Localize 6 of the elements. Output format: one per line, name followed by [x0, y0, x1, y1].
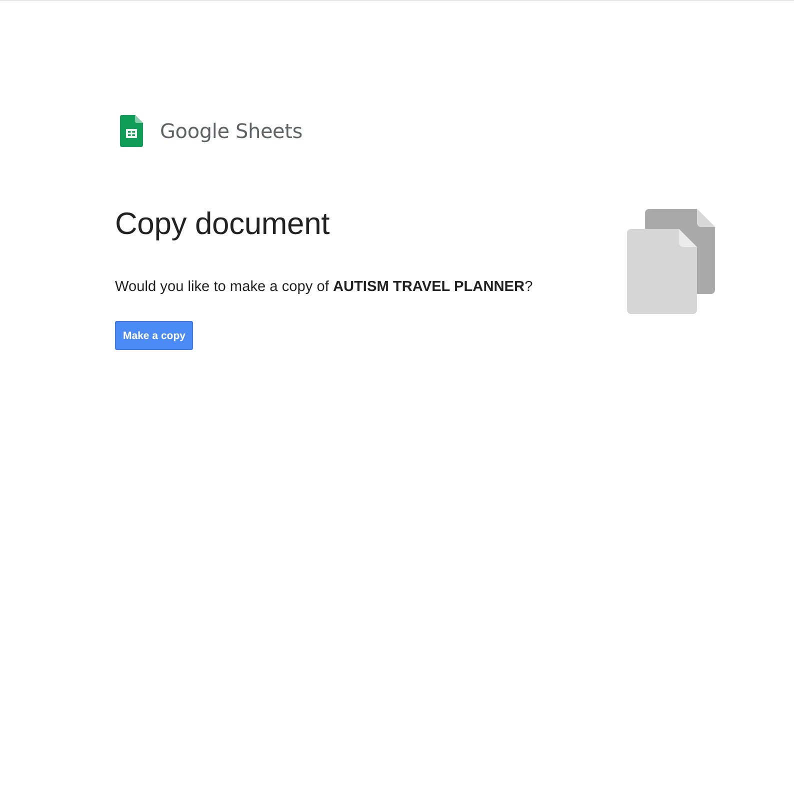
- spreadsheet-logo-icon: [120, 115, 143, 147]
- page-heading: Copy document: [115, 205, 330, 243]
- logo-wordmark: Google Sheets: [160, 119, 303, 143]
- documents-icon: [627, 209, 715, 314]
- copy-prompt: Would you like to make a copy of AUTISM TRAVEL PLANNER?: [115, 278, 533, 296]
- make-copy-button[interactable]: Make a copy: [115, 321, 194, 350]
